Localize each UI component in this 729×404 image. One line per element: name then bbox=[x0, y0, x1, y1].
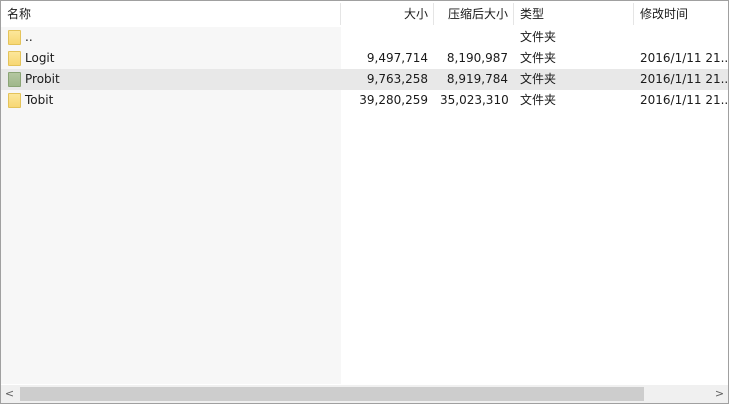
column-header-name-label: 名称 bbox=[7, 7, 32, 21]
horizontal-scrollbar[interactable]: < > bbox=[1, 385, 728, 403]
file-type: 文件夹 bbox=[520, 93, 557, 107]
list-item-logit[interactable]: Logit 9,497,714 8,190,987 文件夹 2016/1/11 … bbox=[1, 48, 728, 69]
file-packed-size: 8,190,987 bbox=[446, 51, 508, 65]
file-type: 文件夹 bbox=[520, 72, 557, 86]
file-size bbox=[341, 27, 434, 48]
file-name: .. bbox=[25, 30, 33, 44]
file-name-cell: Probit bbox=[1, 69, 341, 90]
file-name: Logit bbox=[25, 51, 55, 65]
file-packed-size: 35,023,310 bbox=[440, 93, 509, 107]
file-size: 39,280,259 bbox=[359, 93, 428, 107]
column-header-modified[interactable]: 修改时间 bbox=[634, 1, 728, 27]
file-name-cell: .. bbox=[1, 27, 341, 48]
file-list: .. 文件夹 Logit 9,497,714 8,190,987 文件夹 201… bbox=[1, 27, 728, 111]
file-name: Tobit bbox=[25, 93, 54, 107]
file-size: 9,763,258 bbox=[366, 72, 428, 86]
column-header-type-label: 类型 bbox=[520, 7, 545, 21]
column-header-size[interactable]: 大小 bbox=[341, 1, 434, 27]
sort-ascending-icon: ^ bbox=[167, 0, 177, 8]
folder-icon bbox=[8, 72, 21, 87]
file-packed-size bbox=[434, 27, 514, 48]
scroll-left-icon[interactable]: < bbox=[1, 385, 18, 403]
file-size: 9,497,714 bbox=[366, 51, 428, 65]
file-name-cell: Logit bbox=[1, 48, 341, 69]
scrollbar-thumb[interactable] bbox=[20, 387, 644, 401]
file-modified: 2016/1/11 21... bbox=[640, 51, 728, 65]
folder-icon bbox=[8, 30, 21, 45]
folder-icon bbox=[8, 51, 21, 66]
list-item-tobit[interactable]: Tobit 39,280,259 35,023,310 文件夹 2016/1/1… bbox=[1, 90, 728, 111]
column-header-type[interactable]: 类型 bbox=[514, 1, 634, 27]
scroll-right-icon[interactable]: > bbox=[711, 385, 728, 403]
list-item-parent[interactable]: .. 文件夹 bbox=[1, 27, 728, 48]
archive-file-list-window: 名称 ^ 大小 压缩后大小 类型 修改时间 .. 文件夹 Logit 9,497… bbox=[0, 0, 729, 404]
file-modified bbox=[634, 27, 728, 48]
column-header-packed-size[interactable]: 压缩后大小 bbox=[434, 1, 514, 27]
file-modified: 2016/1/11 21... bbox=[640, 72, 728, 86]
file-type: 文件夹 bbox=[520, 51, 557, 65]
file-name: Probit bbox=[25, 72, 60, 86]
folder-icon bbox=[8, 93, 21, 108]
column-header-size-label: 大小 bbox=[403, 7, 428, 21]
file-packed-size: 8,919,784 bbox=[446, 72, 508, 86]
file-type: 文件夹 bbox=[520, 30, 557, 44]
column-header-bar: 名称 ^ 大小 压缩后大小 类型 修改时间 bbox=[1, 1, 728, 27]
column-header-packed-size-label: 压缩后大小 bbox=[447, 7, 508, 21]
column-header-modified-label: 修改时间 bbox=[640, 7, 689, 21]
file-name-cell: Tobit bbox=[1, 90, 341, 111]
file-modified: 2016/1/11 21... bbox=[640, 93, 728, 107]
list-item-probit[interactable]: Probit 9,763,258 8,919,784 文件夹 2016/1/11… bbox=[1, 69, 728, 90]
column-header-name[interactable]: 名称 ^ bbox=[1, 1, 341, 27]
